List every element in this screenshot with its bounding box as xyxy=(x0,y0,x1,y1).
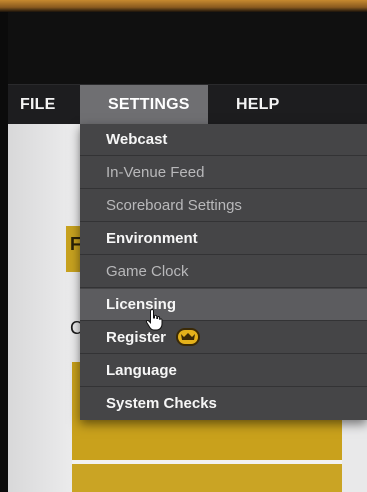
menu-item-label: Webcast xyxy=(106,131,168,148)
menu-item-label: System Checks xyxy=(106,395,217,412)
menu-item-label: Licensing xyxy=(106,296,177,313)
menu-item-label: Scoreboard Settings xyxy=(106,197,242,214)
menu-item-label: Language xyxy=(106,362,177,379)
page-left-shade xyxy=(8,124,78,492)
menu-item-game-clock[interactable]: Game Clock xyxy=(80,256,367,288)
premium-badge-icon xyxy=(176,328,201,347)
settings-dropdown: Webcast In-Venue Feed Scoreboard Setting… xyxy=(80,124,367,420)
menu-item-licensing[interactable]: Licensing xyxy=(80,289,367,321)
menu-item-environment[interactable]: Environment xyxy=(80,223,367,255)
menu-settings[interactable]: SETTINGS xyxy=(80,85,208,125)
menu-help[interactable]: HELP xyxy=(236,85,279,125)
menu-item-label: Environment xyxy=(106,230,198,247)
monitor-bezel xyxy=(0,0,367,12)
menu-item-language[interactable]: Language xyxy=(80,355,367,387)
app-screen: FILE SETTINGS HELP F C Webcast In-Venue … xyxy=(8,12,367,492)
menu-item-scoreboard-settings[interactable]: Scoreboard Settings xyxy=(80,190,367,222)
menu-bar: FILE SETTINGS HELP xyxy=(8,84,367,125)
menu-item-label: In-Venue Feed xyxy=(106,164,205,181)
menu-item-system-checks[interactable]: System Checks xyxy=(80,388,367,420)
menu-item-webcast[interactable]: Webcast xyxy=(80,124,367,156)
hand-pointer-icon xyxy=(144,308,164,332)
menu-item-register[interactable]: Register xyxy=(80,322,367,354)
menu-item-in-venue-feed[interactable]: In-Venue Feed xyxy=(80,157,367,189)
menu-file[interactable]: FILE xyxy=(20,85,55,125)
menu-item-label: Game Clock xyxy=(106,263,189,280)
page-gold-panel-lower xyxy=(72,464,342,492)
